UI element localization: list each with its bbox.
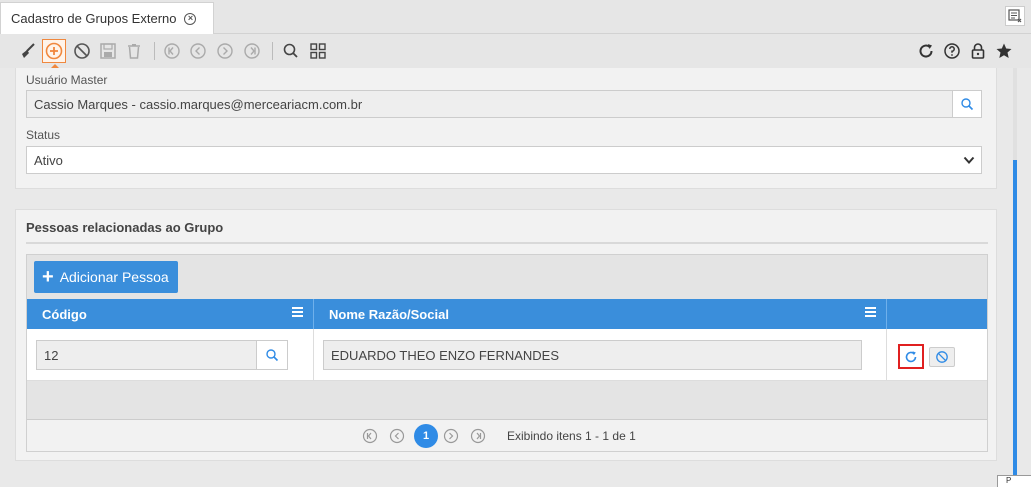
broom-icon[interactable] xyxy=(16,39,40,63)
status-select[interactable]: Ativo xyxy=(26,146,982,174)
refresh-icon xyxy=(905,350,917,362)
last-page-icon[interactable] xyxy=(469,427,487,445)
people-panel: Pessoas relacionadas ao Grupo + Adiciona… xyxy=(15,209,997,461)
column-menu-icon[interactable] xyxy=(865,307,876,317)
help-icon[interactable] xyxy=(940,39,964,63)
pagination-info: Exibindo itens 1 - 1 de 1 xyxy=(507,429,636,443)
column-header-actions xyxy=(887,299,987,329)
search-icon xyxy=(961,98,974,111)
grid-header: Código Nome Razão/Social xyxy=(27,299,987,329)
column-header-codigo[interactable]: Código xyxy=(27,299,314,329)
column-header-label: Código xyxy=(42,306,87,322)
toolbar-separator xyxy=(272,42,273,60)
usuario-master-label: Usuário Master xyxy=(26,73,108,87)
first-page-icon[interactable] xyxy=(361,427,379,445)
next-icon[interactable] xyxy=(213,39,237,63)
plus-icon: + xyxy=(42,266,54,288)
usuario-master-field[interactable]: Cassio Marques - cassio.marques@merceari… xyxy=(26,90,982,118)
ban-icon[interactable] xyxy=(70,39,94,63)
toolbar-separator xyxy=(154,42,155,60)
search-icon xyxy=(266,349,279,362)
row-cancel-button[interactable] xyxy=(929,347,955,367)
status-label: Status xyxy=(26,128,61,142)
codigo-search-button[interactable] xyxy=(256,340,288,370)
tab-bar: Cadastro de Grupos Externo × xyxy=(0,0,1031,34)
nome-input[interactable]: EDUARDO THEO ENZO FERNANDES xyxy=(323,340,862,370)
search-icon[interactable] xyxy=(279,39,303,63)
column-header-label: Nome Razão/Social xyxy=(329,306,449,322)
scrollbar-thumb[interactable] xyxy=(1013,160,1017,487)
close-icon[interactable]: × xyxy=(184,12,197,25)
row-refresh-button[interactable] xyxy=(898,344,924,369)
lock-icon[interactable] xyxy=(966,39,990,63)
cell-codigo: 12 xyxy=(27,329,314,381)
cell-nome: EDUARDO THEO ENZO FERNANDES xyxy=(314,329,887,381)
codigo-value: 12 xyxy=(44,347,59,363)
tab-title: Cadastro de Grupos Externo xyxy=(11,11,177,26)
next-icon[interactable] xyxy=(442,427,460,445)
corner-tooltip: P xyxy=(997,475,1031,487)
first-page-icon[interactable] xyxy=(160,39,184,63)
add-person-button[interactable]: + Adicionar Pessoa xyxy=(34,261,178,293)
usuario-master-value: Cassio Marques - cassio.marques@merceari… xyxy=(34,96,363,112)
last-page-icon[interactable] xyxy=(240,39,264,63)
refresh-icon[interactable] xyxy=(914,39,938,63)
form-panel: Usuário Master Cassio Marques - cassio.m… xyxy=(15,68,997,189)
people-grid: + Adicionar Pessoa Código Nome Razão/Soc… xyxy=(26,254,988,452)
status-value: Ativo xyxy=(34,152,63,168)
tab-cadastro-grupos[interactable]: Cadastro de Grupos Externo × xyxy=(0,2,214,34)
codigo-input[interactable]: 12 xyxy=(36,340,288,370)
add-circle-icon[interactable] xyxy=(42,39,66,63)
column-header-nome[interactable]: Nome Razão/Social xyxy=(314,299,887,329)
current-page-button[interactable]: 1 xyxy=(414,424,438,448)
grid-pagination: 1 Exibindo itens 1 - 1 de 1 xyxy=(27,419,987,451)
trash-icon[interactable] xyxy=(122,39,146,63)
table-row: 12 EDUARDO THEO ENZO FERNANDES xyxy=(27,329,987,381)
column-menu-icon[interactable] xyxy=(292,307,303,317)
cell-actions xyxy=(887,329,987,381)
chevron-down-icon xyxy=(963,156,975,164)
star-icon[interactable] xyxy=(992,39,1016,63)
window-list-icon[interactable] xyxy=(1005,6,1025,26)
previous-icon[interactable] xyxy=(388,427,406,445)
section-divider xyxy=(26,242,988,244)
grid-icon[interactable] xyxy=(306,39,330,63)
nome-value: EDUARDO THEO ENZO FERNANDES xyxy=(331,347,560,363)
previous-icon[interactable] xyxy=(186,39,210,63)
ban-icon xyxy=(936,351,948,363)
usuario-search-button[interactable] xyxy=(952,90,982,118)
add-person-label: Adicionar Pessoa xyxy=(59,269,169,285)
section-title: Pessoas relacionadas ao Grupo xyxy=(26,220,224,235)
save-icon[interactable] xyxy=(96,39,120,63)
toolbar xyxy=(0,34,1031,68)
